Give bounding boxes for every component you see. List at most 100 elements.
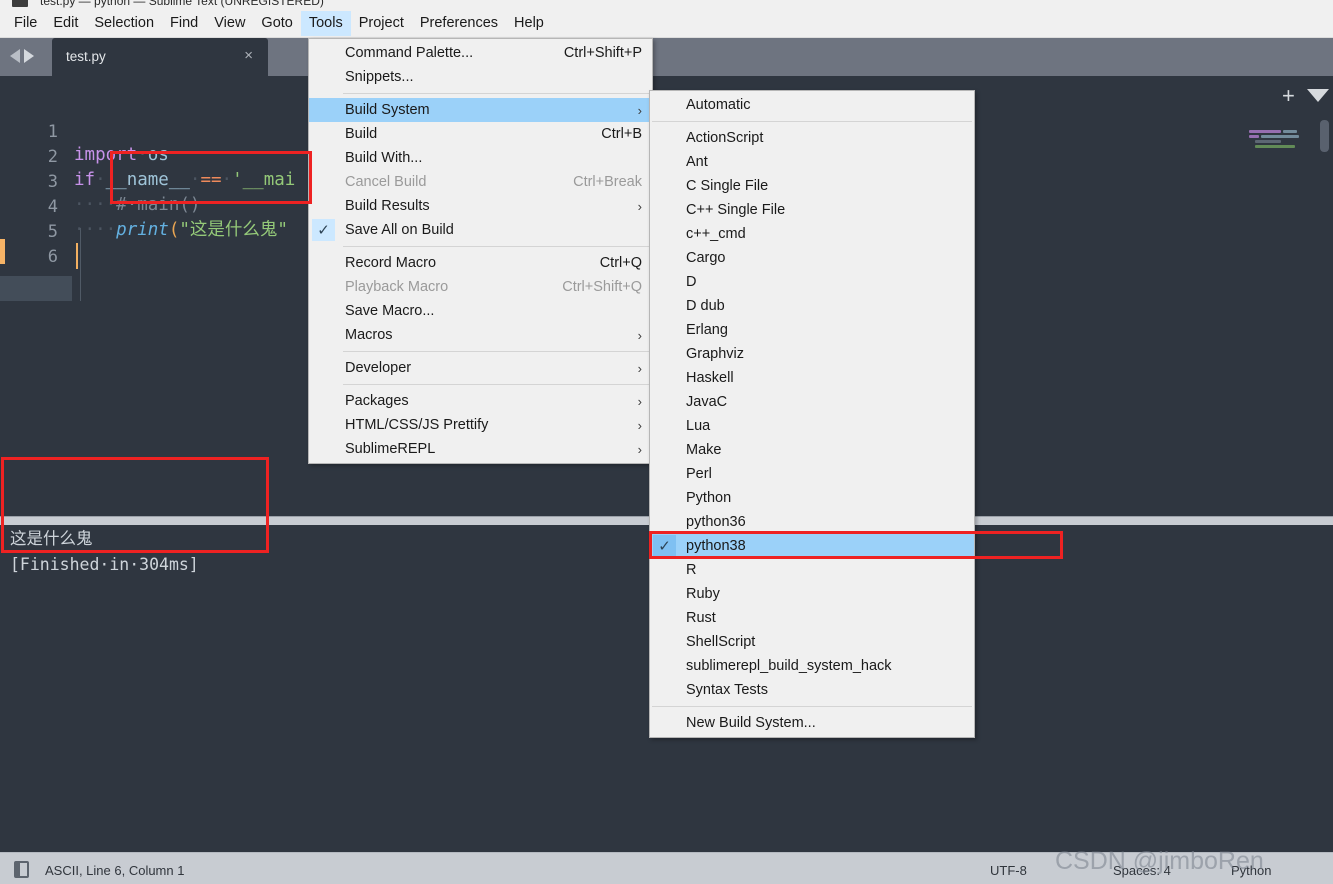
menubar-item-preferences[interactable]: Preferences [412,11,506,36]
menu-item-label: Ant [686,154,708,170]
chevron-right-icon[interactable] [24,49,34,63]
code-token: · [95,170,106,190]
build-submenu-item-cargo[interactable]: Cargo [650,246,974,270]
menu-separator [652,121,972,122]
console-output-line: [Finished·in·304ms] [10,555,199,574]
build-submenu-item-graphviz[interactable]: Graphviz [650,342,974,366]
menubar-item-view[interactable]: View [206,11,253,36]
build-submenu-item-r[interactable]: R [650,558,974,582]
menu-separator [343,384,650,385]
status-cursor-position: ASCII, Line 6, Column 1 [45,863,185,878]
tools-menu-item-snippets[interactable]: Snippets... [309,65,652,89]
tab-nav-arrows[interactable] [10,49,34,63]
tools-menu-item-save-all-on-build[interactable]: ✓ Save All on Build [309,218,652,242]
build-submenu-item-erlang[interactable]: Erlang [650,318,974,342]
chevron-left-icon[interactable] [10,49,20,63]
menu-item-shortcut: Ctrl+Shift+P [563,45,642,61]
build-submenu-item-d[interactable]: D [650,270,974,294]
build-submenu-item-d-dub[interactable]: D dub [650,294,974,318]
menu-item-label: Build System [345,102,430,118]
status-syntax[interactable]: Python [1231,863,1271,878]
menu-item-label: c++_cmd [686,226,746,242]
menubar-item-tools[interactable]: Tools [300,10,351,36]
tools-menu-item-build-with[interactable]: Build With... [309,146,652,170]
build-submenu-item-haskell[interactable]: Haskell [650,366,974,390]
window-title: test.py — python — Sublime Text (UNREGIS… [40,0,324,8]
build-submenu-item-automatic[interactable]: Automatic [650,93,974,117]
menu-item-label: D dub [686,298,725,314]
menubar-item-help[interactable]: Help [506,11,552,36]
build-submenu-item-ruby[interactable]: Ruby [650,582,974,606]
tools-menu-item-macros[interactable]: Macros › [309,323,652,347]
tools-menu-item-build-results[interactable]: Build Results › [309,194,652,218]
code-token: ( [168,220,180,240]
minimap-scrollbar[interactable] [1320,120,1329,152]
menu-separator [652,706,972,707]
build-submenu-item-syntax-tests[interactable]: Syntax Tests [650,678,974,702]
build-system-submenu: Automatic ActionScript Ant C Single File C++… [649,90,975,738]
tools-menu-item-developer[interactable]: Developer › [309,356,652,380]
menu-item-shortcut: Ctrl+Break [573,174,642,190]
tools-menu-item-save-macro[interactable]: Save Macro... [309,299,652,323]
code-token: print [116,220,169,240]
tools-menu-item-build[interactable]: Build Ctrl+B [309,122,652,146]
menubar-item-find[interactable]: Find [162,11,206,36]
code-token: import [74,145,138,165]
new-tab-icon[interactable]: + [1282,85,1295,107]
code-line-2: import·os [74,143,169,168]
minimap[interactable] [1241,120,1327,190]
status-bar: ASCII, Line 6, Column 1 UTF-8 Spaces: 4 … [0,852,1333,884]
menubar-item-goto[interactable]: Goto [253,11,300,36]
menu-item-label: Save All on Build [345,222,454,238]
status-indentation[interactable]: Spaces: 4 [1113,863,1171,878]
build-submenu-item-sublimerepl-build-system-hack[interactable]: sublimerepl_build_system_hack [650,654,974,678]
build-submenu-item-new-build-system[interactable]: New Build System... [650,711,974,735]
menubar-item-edit[interactable]: Edit [45,11,86,36]
tools-menu-item-html-css-js-prettify[interactable]: HTML/CSS/JS Prettify › [309,413,652,437]
menu-item-label: ActionScript [686,130,764,146]
tab-test-py[interactable]: test.py × [52,38,268,76]
menu-item-label: Build Results [345,198,430,214]
close-icon[interactable]: × [244,48,253,64]
tools-menu-item-build-system[interactable]: Build System › [309,98,652,122]
sidebar-toggle-icon[interactable] [14,861,29,878]
menubar-item-project[interactable]: Project [351,11,412,36]
build-submenu-item-javac[interactable]: JavaC [650,390,974,414]
tools-menu-item-packages[interactable]: Packages › [309,389,652,413]
code-line-5: ····print("这是什么鬼" [74,218,288,243]
menu-item-label: sublimerepl_build_system_hack [686,658,892,674]
chevron-down-icon[interactable] [1307,89,1329,102]
chevron-right-icon: › [637,327,642,343]
build-submenu-item-rust[interactable]: Rust [650,606,974,630]
menu-item-label: Save Macro... [345,303,435,319]
code-token: ···· [74,220,117,240]
tools-menu-item-record-macro[interactable]: Record Macro Ctrl+Q [309,251,652,275]
menubar-item-file[interactable]: File [6,11,45,36]
tools-menu-item-sublimerepl[interactable]: SublimeREPL › [309,437,652,461]
build-submenu-item-perl[interactable]: Perl [650,462,974,486]
line-number: 3 [47,172,58,192]
menu-item-label: Perl [686,466,712,482]
status-encoding[interactable]: UTF-8 [990,863,1027,878]
menubar-item-selection[interactable]: Selection [86,11,162,36]
code-line-4: ····#·main() [74,193,200,218]
build-submenu-item-python36[interactable]: python36 [650,510,974,534]
menu-item-label: Erlang [686,322,728,338]
current-line-highlight [0,276,72,301]
build-submenu-item-actionscript[interactable]: ActionScript [650,126,974,150]
build-submenu-item-python38[interactable]: ✓ python38 [650,534,974,558]
build-submenu-item-c-single-file[interactable]: C Single File [650,174,974,198]
build-submenu-item-lua[interactable]: Lua [650,414,974,438]
line-number: 2 [47,147,58,167]
build-submenu-item-c-cmd[interactable]: c++_cmd [650,222,974,246]
tab-bar: test.py × [0,38,1333,76]
code-token: · [137,145,148,165]
tools-menu-item-cancel-build: Cancel Build Ctrl+Break [309,170,652,194]
build-submenu-item-python[interactable]: Python [650,486,974,510]
build-submenu-item-ant[interactable]: Ant [650,150,974,174]
build-submenu-item-c-single-file[interactable]: C++ Single File [650,198,974,222]
build-submenu-item-shellscript[interactable]: ShellScript [650,630,974,654]
tools-menu-item-command-palette[interactable]: Command Palette... Ctrl+Shift+P [309,41,652,65]
code-token: if [74,170,96,190]
build-submenu-item-make[interactable]: Make [650,438,974,462]
